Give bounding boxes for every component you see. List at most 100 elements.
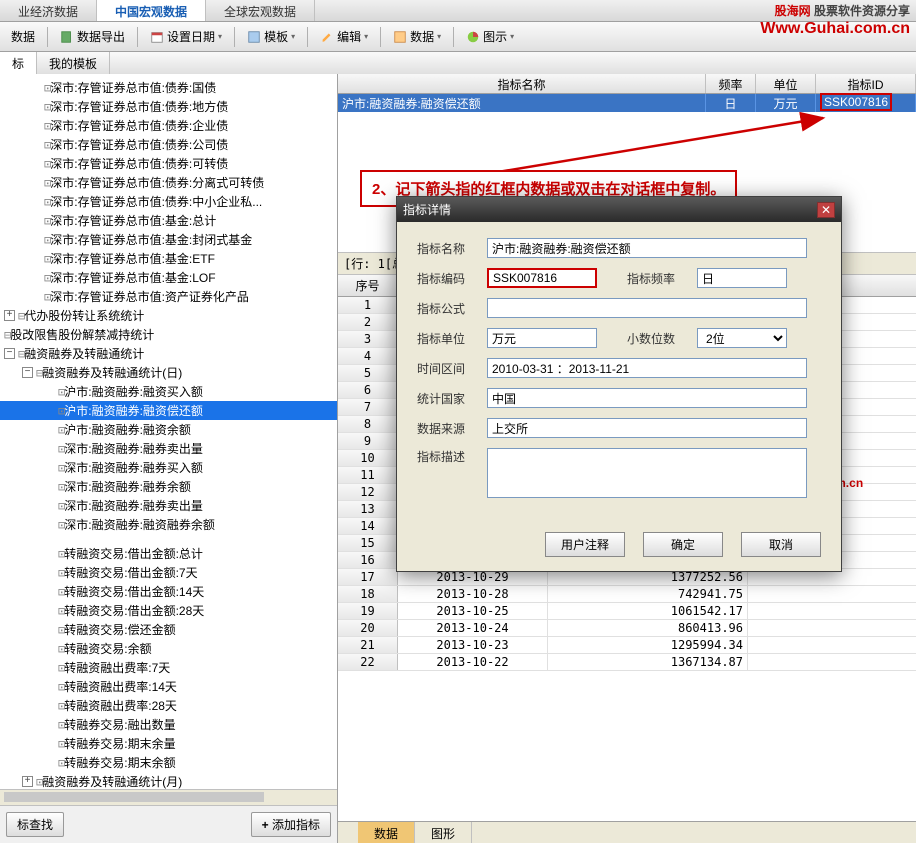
collapse-icon[interactable]: − bbox=[22, 367, 33, 378]
tree-group[interactable]: ⊟ 股改限售股份解禁减持统计 bbox=[0, 325, 337, 344]
tree-leaf[interactable]: ⊡ 深市:存管证券总市值:债券:地方债 bbox=[0, 97, 337, 116]
col-seq[interactable]: 序号 bbox=[338, 275, 398, 296]
tree-leaf[interactable]: ⊡ 深市:融资融券:融券卖出量 bbox=[0, 439, 337, 458]
tree-leaf[interactable]: ⊡ 沪市:融资融券:融资余额 bbox=[0, 420, 337, 439]
col-id[interactable]: 指标ID bbox=[816, 74, 916, 93]
export-icon bbox=[60, 30, 74, 44]
tab-china-macro[interactable]: 中国宏观数据 bbox=[97, 0, 206, 21]
indicator-grid-row[interactable]: 沪市:融资融券:融资偿还额 日 万元 SSK007816 bbox=[338, 94, 916, 112]
lbl-name: 指标名称 bbox=[417, 240, 487, 257]
bottom-tab-chart[interactable]: 图形 bbox=[415, 822, 472, 843]
tree-leaf[interactable]: ⊡ 深市:存管证券总市值:债券:国债 bbox=[0, 78, 337, 97]
dialog-titlebar[interactable]: 指标详情 ✕ bbox=[397, 197, 841, 222]
field-formula[interactable] bbox=[487, 298, 807, 318]
field-range[interactable] bbox=[487, 358, 807, 378]
tree-leaf[interactable]: ⊡ 转融资交易:借出金额:14天 bbox=[0, 582, 337, 601]
table-row[interactable]: 192013-10-251061542.17 bbox=[338, 603, 916, 620]
field-freq[interactable] bbox=[697, 268, 787, 288]
lbl-range: 时间区间 bbox=[417, 360, 487, 377]
subtab-my-template[interactable]: 我的模板 bbox=[37, 52, 110, 74]
field-decimal[interactable]: 2位 bbox=[697, 328, 787, 348]
col-unit[interactable]: 单位 bbox=[756, 74, 816, 93]
tab-global-macro[interactable]: 全球宏观数据 bbox=[206, 0, 315, 21]
field-source[interactable] bbox=[487, 418, 807, 438]
tree-leaf[interactable]: ⊡ 转融资交易:偿还金额 bbox=[0, 620, 337, 639]
close-icon[interactable]: ✕ bbox=[817, 202, 835, 218]
col-freq[interactable]: 频率 bbox=[706, 74, 756, 93]
tree-leaf[interactable]: ⊡ 转融资交易:余额 bbox=[0, 639, 337, 658]
tree-leaf[interactable]: ⊡ 深市:存管证券总市值:债券:公司债 bbox=[0, 135, 337, 154]
cancel-button[interactable]: 取消 bbox=[741, 532, 821, 557]
add-indicator-button[interactable]: + 添加指标 bbox=[251, 812, 331, 837]
col-name[interactable]: 指标名称 bbox=[338, 74, 706, 93]
field-name[interactable] bbox=[487, 238, 807, 258]
tree-subgroup[interactable]: −⊟ 融资融券及转融通统计(日) bbox=[0, 363, 337, 382]
table-row[interactable]: 202013-10-24860413.96 bbox=[338, 620, 916, 637]
tree-leaf[interactable]: ⊡ 转融资融出费率:14天 bbox=[0, 677, 337, 696]
tb-data[interactable]: 数据 bbox=[4, 24, 42, 49]
tree-leaf[interactable]: ⊡ 沪市:融资融券:融资偿还额 bbox=[0, 401, 337, 420]
tree[interactable]: ⊡ 深市:存管证券总市值:债券:国债⊡ 深市:存管证券总市值:债券:地方债⊡ 深… bbox=[0, 74, 337, 789]
lbl-unit: 指标单位 bbox=[417, 330, 487, 347]
field-country[interactable] bbox=[487, 388, 807, 408]
tree-leaf[interactable]: ⊡ 深市:存管证券总市值:基金:LOF bbox=[0, 268, 337, 287]
bottom-tab-data[interactable]: 数据 bbox=[358, 822, 415, 843]
tree-group[interactable]: +⊟ 代办股份转让系统统计 bbox=[0, 306, 337, 325]
tb-export[interactable]: 数据导出 bbox=[53, 24, 132, 49]
field-desc[interactable] bbox=[487, 448, 807, 498]
tree-leaf[interactable]: ⊡ 深市:存管证券总市值:基金:总计 bbox=[0, 211, 337, 230]
field-code[interactable] bbox=[487, 268, 597, 288]
subtab-indicator[interactable]: 标 bbox=[0, 52, 37, 74]
tree-leaf[interactable]: ⊡ 转融资融出费率:7天 bbox=[0, 658, 337, 677]
collapse-icon[interactable]: − bbox=[4, 348, 15, 359]
chart-icon bbox=[466, 30, 480, 44]
tree-leaf[interactable]: ⊡ 转融资交易:借出金额:总计 bbox=[0, 544, 337, 563]
tb-data2[interactable]: 数据▾ bbox=[386, 24, 448, 49]
tree-leaf[interactable]: ⊡ 转融券交易:融出数量 bbox=[0, 715, 337, 734]
indicator-detail-dialog: 指标详情 ✕ 指标名称 指标编码 指标频率 指标公式 指标单位 小数位数 2位 … bbox=[396, 196, 842, 572]
tree-leaf[interactable]: ⊡ 转融券交易:期末余额 bbox=[0, 753, 337, 772]
tb-setdate[interactable]: 设置日期▾ bbox=[143, 24, 229, 49]
expand-icon[interactable]: + bbox=[22, 776, 33, 787]
tree-leaf[interactable]: ⊡ 深市:存管证券总市值:资产证券化产品 bbox=[0, 287, 337, 306]
tree-group[interactable]: −⊟ 融资融券及转融通统计 bbox=[0, 344, 337, 363]
indicator-grid-header: 指标名称 频率 单位 指标ID bbox=[338, 74, 916, 94]
tree-leaf[interactable]: ⊡ 深市:存管证券总市值:基金:封闭式基金 bbox=[0, 230, 337, 249]
indicator-id-highlight: SSK007816 bbox=[820, 93, 892, 111]
tab-econ[interactable]: 业经济数据 bbox=[0, 0, 97, 21]
tb-chart[interactable]: 图示▾ bbox=[459, 24, 521, 49]
expand-icon[interactable]: + bbox=[4, 310, 15, 321]
tb-edit[interactable]: 编辑▾ bbox=[313, 24, 375, 49]
field-unit[interactable] bbox=[487, 328, 597, 348]
tree-leaf[interactable]: ⊡ 沪市:融资融券:融资买入额 bbox=[0, 382, 337, 401]
user-note-button[interactable]: 用户注释 bbox=[545, 532, 625, 557]
table-row[interactable]: 222013-10-221367134.87 bbox=[338, 654, 916, 671]
tree-leaf[interactable]: ⊡ 深市:存管证券总市值:债券:企业债 bbox=[0, 116, 337, 135]
lbl-freq: 指标频率 bbox=[627, 270, 697, 287]
tree-leaf[interactable]: ⊡ 深市:存管证券总市值:债券:中小企业私... bbox=[0, 192, 337, 211]
tree-leaf[interactable]: ⊡ 深市:存管证券总市值:债券:可转债 bbox=[0, 154, 337, 173]
tree-leaf[interactable]: ⊡ 转融资交易:借出金额:28天 bbox=[0, 601, 337, 620]
ok-button[interactable]: 确定 bbox=[643, 532, 723, 557]
search-indicator-button[interactable]: 标查找 bbox=[6, 812, 64, 837]
lbl-desc: 指标描述 bbox=[417, 448, 487, 465]
tree-group[interactable]: +⊡ 融资融券及转融通统计(月) bbox=[0, 772, 337, 789]
top-tabs: 业经济数据 中国宏观数据 全球宏观数据 bbox=[0, 0, 916, 22]
tree-leaf[interactable]: ⊡ 转融资融出费率:28天 bbox=[0, 696, 337, 715]
tree-leaf[interactable]: ⊡ 深市:融资融券:融券卖出量 bbox=[0, 496, 337, 515]
tree-leaf[interactable]: ⊡ 转融资交易:借出金额:7天 bbox=[0, 563, 337, 582]
tree-leaf[interactable]: ⊡ 深市:融资融券:融资融券余额 bbox=[0, 515, 337, 534]
tb-template[interactable]: 模板▾ bbox=[240, 24, 302, 49]
sub-tabs: 标 我的模板 bbox=[0, 52, 916, 74]
left-bottom-bar: 标查找 + 添加指标 bbox=[0, 805, 337, 843]
tree-leaf[interactable]: ⊡ 深市:存管证券总市值:债券:分离式可转债 bbox=[0, 173, 337, 192]
toolbar: 数据 数据导出 设置日期▾ 模板▾ 编辑▾ 数据▾ 图示▾ bbox=[0, 22, 916, 52]
tree-leaf[interactable]: ⊡ 深市:存管证券总市值:基金:ETF bbox=[0, 249, 337, 268]
dialog-title: 指标详情 bbox=[403, 201, 451, 218]
table-row[interactable]: 182013-10-28742941.75 bbox=[338, 586, 916, 603]
bottom-tabs: 数据 图形 bbox=[338, 821, 916, 843]
table-row[interactable]: 212013-10-231295994.34 bbox=[338, 637, 916, 654]
tree-leaf[interactable]: ⊡ 深市:融资融券:融券买入额 bbox=[0, 458, 337, 477]
tree-leaf[interactable]: ⊡ 深市:融资融券:融券余额 bbox=[0, 477, 337, 496]
tree-leaf[interactable]: ⊡ 转融券交易:期末余量 bbox=[0, 734, 337, 753]
